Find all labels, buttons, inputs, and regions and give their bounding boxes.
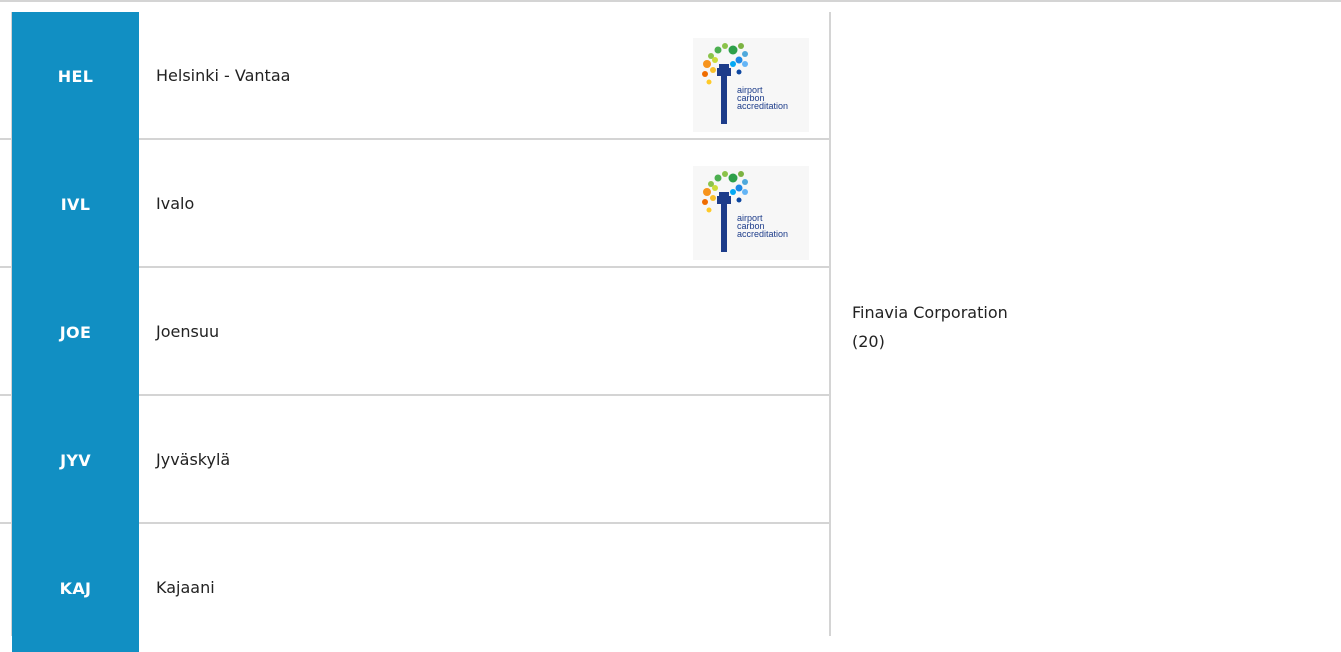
operator-airport-count: (20) <box>852 332 885 351</box>
aca-logo-text: airport carbon accreditation <box>737 86 789 111</box>
airport-name: Jyväskylä <box>156 449 231 469</box>
aca-logo-text: airport carbon accreditation <box>737 214 789 239</box>
airport-name: Joensuu <box>156 321 220 341</box>
column-divider <box>829 12 831 636</box>
table-row: KAJ Kajaani <box>0 524 829 652</box>
airport-code: JYV <box>12 396 139 524</box>
airport-code: IVL <box>12 140 139 268</box>
airport-carbon-accreditation-logo: airport carbon accreditation <box>693 166 809 260</box>
airport-code: HEL <box>12 12 139 140</box>
table-row: JOE Joensuu <box>0 268 829 396</box>
aca-logo-line3: accreditation <box>737 229 789 239</box>
operator-name: Finavia Corporation <box>852 303 1008 322</box>
airport-list: HEL Helsinki - Vantaa airport carbon acc… <box>0 12 829 652</box>
table-row: HEL Helsinki - Vantaa airport carbon acc… <box>0 12 829 140</box>
airport-name: Ivalo <box>156 193 195 213</box>
airport-code: JOE <box>12 268 139 396</box>
aca-logo-line3: accreditation <box>737 101 789 111</box>
airport-code: KAJ <box>12 524 139 652</box>
table-row: JYV Jyväskylä <box>0 396 829 524</box>
airport-name: Kajaani <box>156 577 215 597</box>
table-row: IVL Ivalo airport carbon accreditation <box>0 140 829 268</box>
operator-cell: Finavia Corporation (20) <box>852 298 1008 356</box>
airport-carbon-accreditation-logo: airport carbon accreditation <box>693 38 809 132</box>
airport-name: Helsinki - Vantaa <box>156 65 291 85</box>
airport-table: HEL Helsinki - Vantaa airport carbon acc… <box>0 0 1341 652</box>
